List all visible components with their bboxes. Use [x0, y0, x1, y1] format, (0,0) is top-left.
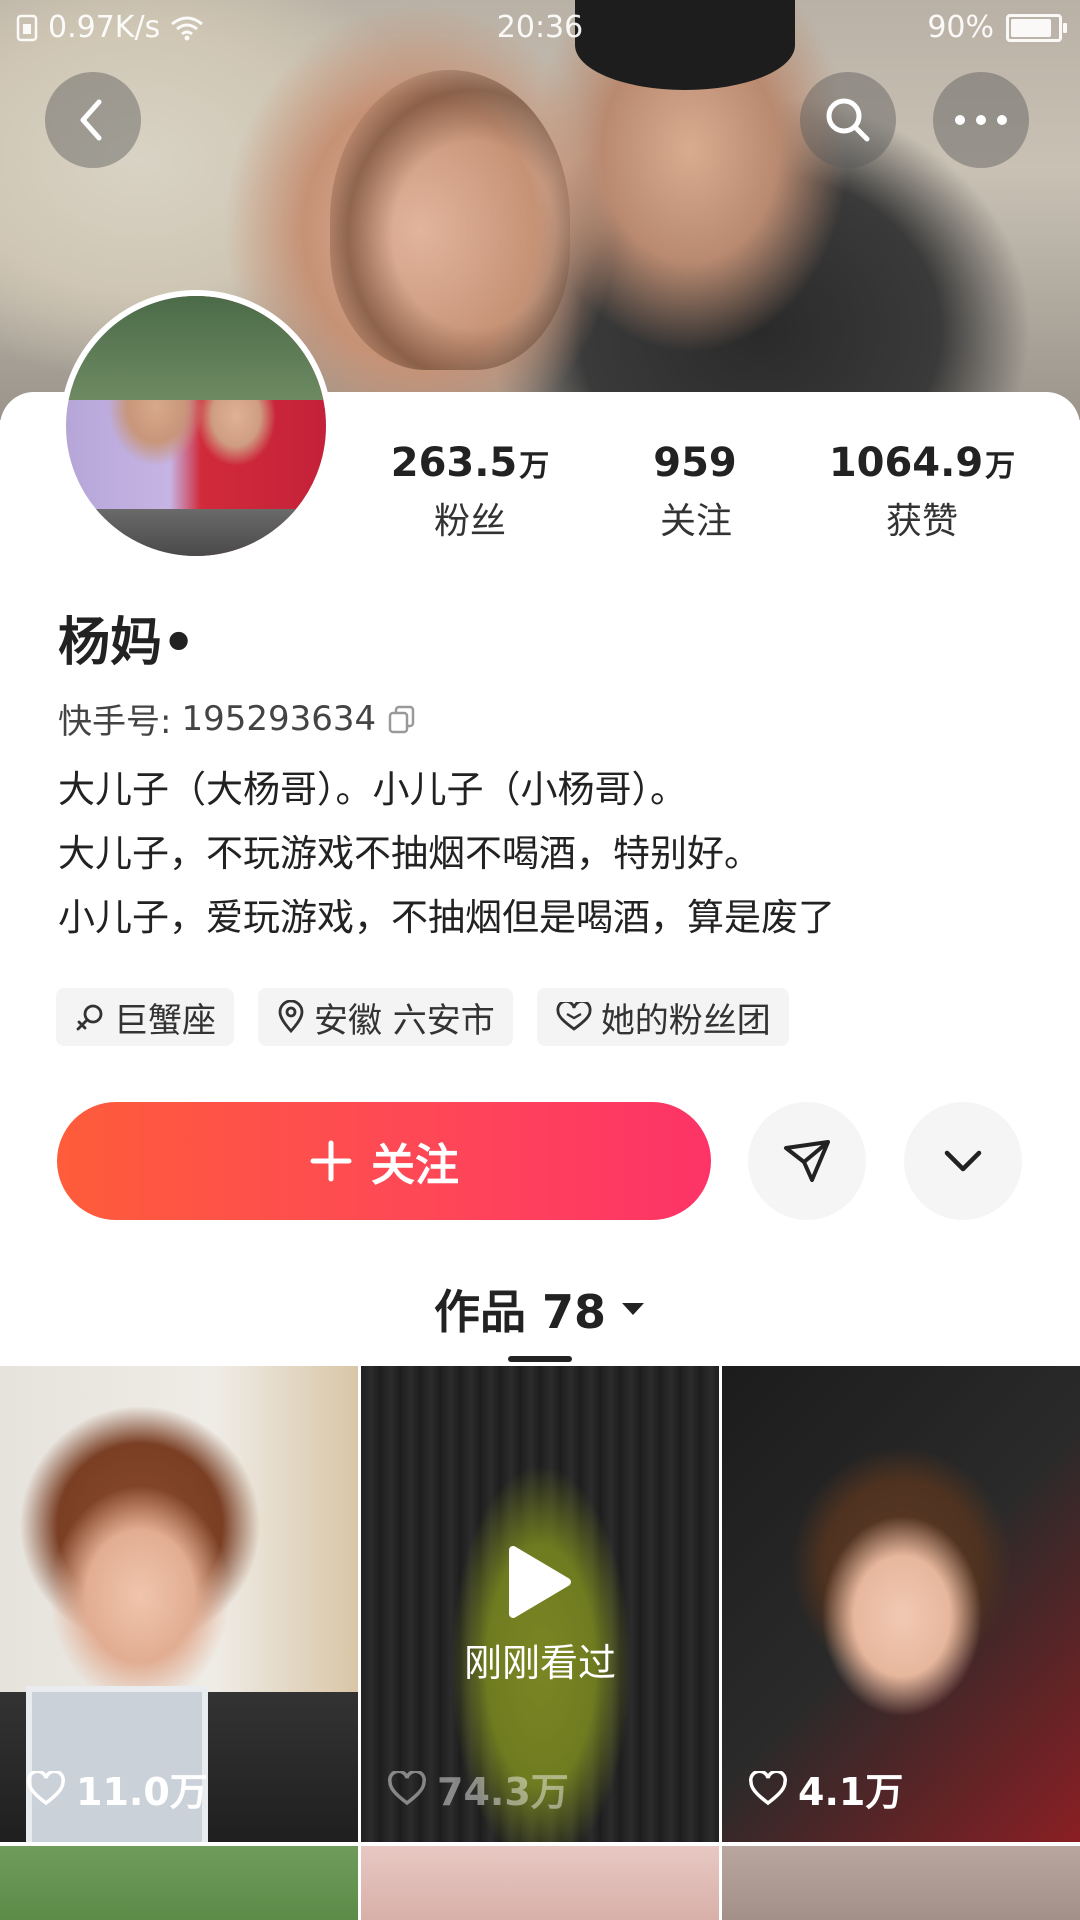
stat-likes-unit: 万	[985, 449, 1016, 484]
tag-location-label: 安徽 六安市	[314, 1000, 495, 1041]
caret-down-icon	[622, 1303, 645, 1315]
video-likes: 74.3万	[387, 1761, 569, 1816]
video-likes: 4.1万	[748, 1761, 903, 1816]
stat-following-label: 关注	[659, 501, 732, 542]
video-likes-count: 4.1万	[798, 1770, 904, 1814]
recently-watched-label: 刚刚看过	[463, 1641, 616, 1685]
more-button[interactable]	[933, 72, 1029, 168]
profile-tags: 巨蟹座 安徽 六安市 她的粉丝团	[56, 988, 789, 1046]
follow-button-label: 关注	[371, 1140, 459, 1191]
status-bar: 0.97K/s 20:36 90%	[0, 0, 1080, 56]
tag-fan-club[interactable]: 她的粉丝团	[536, 988, 789, 1046]
tag-zodiac[interactable]: 巨蟹座	[56, 988, 234, 1046]
stat-likes-label: 获赞	[885, 501, 958, 542]
search-icon	[826, 98, 870, 142]
chevron-left-icon	[80, 99, 102, 141]
video-likes-count: 11.0万	[76, 1770, 208, 1814]
kuaishou-id-row: 快手号: 195293634	[58, 694, 418, 743]
video-tile[interactable]: 11.0万	[0, 1366, 358, 1842]
stat-likes-value: 1064.9	[828, 440, 984, 486]
heart-outline-icon	[556, 1002, 592, 1031]
stat-likes[interactable]: 1064.9 万 获赞	[812, 440, 1032, 544]
play-icon	[509, 1546, 571, 1618]
avatar[interactable]	[60, 290, 332, 562]
clock: 20:36	[496, 10, 584, 45]
video-tile[interactable]	[0, 1846, 358, 1920]
kuaishou-id-label: 快手号:	[58, 702, 172, 742]
stat-fans-unit: 万	[519, 449, 550, 484]
zodiac-icon	[76, 1004, 103, 1031]
video-tile[interactable]: 刚刚看过 74.3万	[361, 1366, 719, 1842]
heart-icon	[388, 1770, 426, 1805]
plus-icon	[310, 1140, 352, 1182]
search-button[interactable]	[800, 72, 896, 168]
battery-percent: 90%	[927, 10, 994, 45]
video-likes: 11.0万	[26, 1761, 208, 1816]
expand-button[interactable]	[904, 1102, 1022, 1220]
video-tile[interactable]	[722, 1846, 1080, 1920]
stat-fans-value: 263.5	[390, 440, 518, 486]
location-pin-icon	[278, 1000, 304, 1034]
avatar-background	[66, 296, 326, 400]
cover-figure-left	[330, 70, 570, 370]
battery-icon	[1006, 13, 1067, 42]
send-icon	[784, 1140, 830, 1182]
heart-icon	[27, 1770, 65, 1805]
avatar-ground	[66, 509, 326, 556]
stat-following-value: 959	[653, 440, 737, 486]
kuaishou-id-value: 195293634	[181, 698, 377, 739]
share-button[interactable]	[748, 1102, 866, 1220]
bio-line: 大儿子（大杨哥）。小儿子（小杨哥）。	[58, 768, 687, 811]
stat-fans[interactable]: 263.5 万 粉丝	[360, 440, 580, 544]
video-grid: 11.0万 刚刚看过 74.3万 4.1万	[0, 1366, 1080, 1920]
copy-icon[interactable]	[386, 703, 418, 735]
more-horizontal-icon	[955, 115, 1007, 125]
video-likes-count: 74.3万	[437, 1770, 569, 1814]
follow-button[interactable]: 关注	[57, 1102, 711, 1220]
tab-works[interactable]: 作品 78	[0, 1276, 1080, 1342]
tab-indicator	[508, 1356, 572, 1362]
heart-icon	[749, 1770, 787, 1805]
stat-following[interactable]: 959 关注	[586, 440, 806, 544]
tag-fan-club-label: 她的粉丝团	[600, 1000, 771, 1041]
bio-line: 大儿子，不玩游戏不抽烟不喝酒，特别好。	[58, 832, 761, 875]
tag-location[interactable]: 安徽 六安市	[258, 988, 513, 1046]
video-tile[interactable]: 4.1万	[722, 1366, 1080, 1842]
profile-name: 杨妈•	[58, 613, 196, 673]
back-button[interactable]	[45, 72, 141, 168]
tab-works-label: 作品 78	[433, 1285, 607, 1339]
profile-bio: 大儿子（大杨哥）。小儿子（小杨哥）。 大儿子，不玩游戏不抽烟不喝酒，特别好。 小…	[58, 758, 1038, 950]
bio-line: 小儿子，爱玩游戏，不抽烟但是喝酒，算是废了	[58, 896, 835, 939]
tag-zodiac-label: 巨蟹座	[114, 1000, 216, 1041]
profile-stats: 263.5 万 粉丝 959 关注 1064.9 万 获赞	[360, 440, 1060, 550]
chevron-down-icon	[944, 1150, 982, 1172]
stat-fans-label: 粉丝	[433, 501, 506, 542]
video-tile[interactable]	[361, 1846, 719, 1920]
